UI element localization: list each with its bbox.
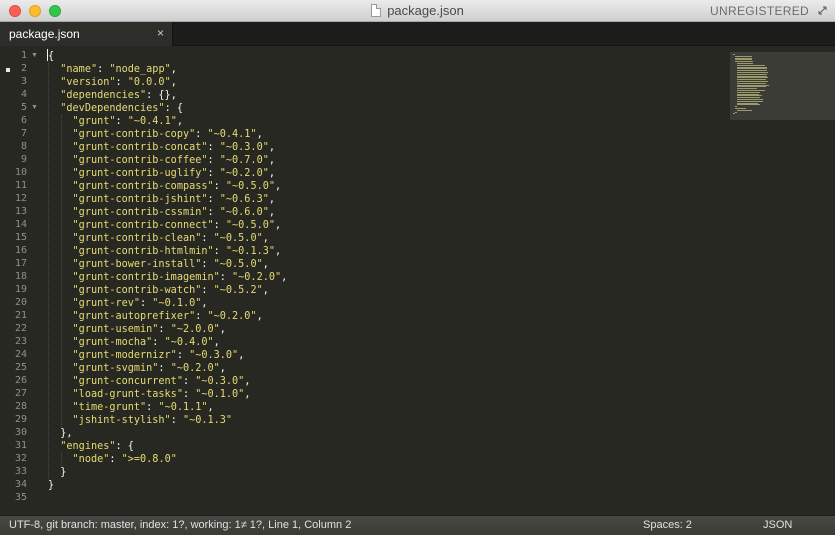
line-number: 33 [14, 466, 27, 477]
code-line[interactable]: "grunt-autoprefixer": "~0.2.0", [48, 310, 263, 323]
code-line[interactable]: "grunt-contrib-coffee": "~0.7.0", [48, 154, 275, 167]
line-number: 24 [14, 349, 27, 360]
indent-guide [60, 453, 62, 466]
code-line[interactable]: "grunt-mocha": "~0.4.0", [48, 336, 220, 349]
code-line[interactable]: } [48, 479, 54, 492]
code-line[interactable]: "grunt-contrib-watch": "~0.5.2", [48, 284, 269, 297]
indentation-selector[interactable]: Spaces: 2 [643, 519, 692, 531]
code-line[interactable]: "grunt-contrib-cssmin": "~0.6.0", [48, 206, 275, 219]
tab-package-json[interactable]: package.json × [0, 22, 173, 46]
syntax-selector[interactable]: JSON [763, 519, 792, 531]
status-info: UTF-8, git branch: master, index: 1?, wo… [9, 519, 352, 531]
line-number: 17 [14, 258, 27, 269]
line-number: 9 [20, 154, 27, 165]
line-number: 16 [14, 245, 27, 256]
line-number: 18 [14, 271, 27, 282]
minimap-line [737, 104, 761, 106]
minimap-line [733, 113, 735, 115]
line-number: 30 [14, 427, 27, 438]
line-number: 2 [20, 63, 27, 74]
code-line[interactable]: "grunt-contrib-copy": "~0.4.1", [48, 128, 263, 141]
line-number: 14 [14, 219, 27, 230]
code-line[interactable]: "grunt-bower-install": "~0.5.0", [48, 258, 269, 271]
line-number: 5 [20, 102, 27, 113]
line-number: 11 [14, 180, 27, 191]
code-line[interactable]: "grunt-contrib-imagemin": "~0.2.0", [48, 271, 288, 284]
line-number: 35 [14, 492, 27, 503]
code-line[interactable]: "node": ">=0.8.0" [48, 453, 177, 466]
minimap[interactable] [730, 52, 835, 120]
code-line[interactable]: "jshint-stylish": "~0.1.3" [48, 414, 233, 427]
line-number: 13 [14, 206, 27, 217]
line-number: 19 [14, 284, 27, 295]
line-number: 10 [14, 167, 27, 178]
line-number: 21 [14, 310, 27, 321]
minimap-line [735, 111, 737, 113]
line-number: 31 [14, 440, 27, 451]
line-number: 34 [14, 479, 27, 490]
code-line[interactable]: "grunt-contrib-clean": "~0.5.0", [48, 232, 269, 245]
line-number: 20 [14, 297, 27, 308]
code-line[interactable]: "engines": { [48, 440, 134, 453]
line-number: 27 [14, 388, 27, 399]
code-line[interactable]: "version": "0.0.0", [48, 76, 177, 89]
code-line[interactable]: }, [48, 427, 72, 440]
document-icon [371, 4, 382, 17]
line-number-gutter: 1 ▼ 2 3 4 5 ▼ 6 7 8 9 10 11 12 13 14 15 16 17 18 19 20 21 22 23 2… [0, 46, 44, 515]
line-number: 28 [14, 401, 27, 412]
fold-toggle-icon[interactable]: ▼ [31, 52, 38, 59]
fold-toggle-icon[interactable]: ▼ [31, 104, 38, 111]
indent-guide [60, 115, 62, 427]
code-line[interactable]: "grunt-contrib-jshint": "~0.6.3", [48, 193, 275, 206]
line-number: 32 [14, 453, 27, 464]
code-line[interactable]: "grunt-rev": "~0.1.0", [48, 297, 208, 310]
window-title-text: package.json [387, 3, 464, 18]
tab-bar: package.json × [0, 22, 835, 46]
line-number: 26 [14, 375, 27, 386]
line-number: 6 [20, 115, 27, 126]
line-number: 25 [14, 362, 27, 373]
line-number: 3 [20, 76, 27, 87]
code-line[interactable]: "dependencies": {}, [48, 89, 177, 102]
code-line[interactable]: "grunt-contrib-concat": "~0.3.0", [48, 141, 275, 154]
minimap-line [737, 109, 753, 111]
line-number: 15 [14, 232, 27, 243]
tab-label: package.json [9, 27, 80, 41]
line-number: 1 [20, 50, 27, 61]
status-bar: UTF-8, git branch: master, index: 1?, wo… [0, 515, 835, 535]
line-number: 4 [20, 89, 27, 100]
title-bar: package.json UNREGISTERED [0, 0, 835, 22]
line-number: 8 [20, 141, 27, 152]
registration-status: UNREGISTERED [710, 4, 809, 18]
code-line[interactable]: "grunt-contrib-connect": "~0.5.0", [48, 219, 282, 232]
line-number: 29 [14, 414, 27, 425]
code-line[interactable]: "grunt": "~0.4.1", [48, 115, 183, 128]
text-cursor [47, 49, 48, 61]
code-line[interactable]: "grunt-modernizr": "~0.3.0", [48, 349, 245, 362]
code-line[interactable]: } [48, 466, 66, 479]
code-line[interactable]: "grunt-concurrent": "~0.3.0", [48, 375, 251, 388]
line-number: 22 [14, 323, 27, 334]
line-number: 23 [14, 336, 27, 347]
line-number: 12 [14, 193, 27, 204]
code-line[interactable]: "grunt-svgmin": "~0.2.0", [48, 362, 226, 375]
code-line[interactable]: "grunt-contrib-compass": "~0.5.0", [48, 180, 282, 193]
code-line[interactable]: "devDependencies": { [48, 102, 183, 115]
code-line[interactable]: "name": "node_app", [48, 63, 177, 76]
code-line[interactable]: "grunt-contrib-htmlmin": "~0.1.3", [48, 245, 282, 258]
modified-line-marker [6, 68, 10, 72]
tab-close-icon[interactable]: × [157, 26, 164, 40]
fullscreen-icon[interactable] [818, 6, 827, 15]
line-number: 7 [20, 128, 27, 139]
code-line[interactable]: "grunt-usemin": "~2.0.0", [48, 323, 226, 336]
code-editor[interactable]: 1 ▼ 2 3 4 5 ▼ 6 7 8 9 10 11 12 13 14 15 16 17 18 19 20 21 22 23 2… [0, 46, 835, 515]
code-line[interactable]: "grunt-contrib-uglify": "~0.2.0", [48, 167, 275, 180]
code-line[interactable]: "load-grunt-tasks": "~0.1.0", [48, 388, 251, 401]
indent-guide [48, 63, 50, 479]
code-line[interactable]: "time-grunt": "~0.1.1", [48, 401, 214, 414]
code-line[interactable]: { [48, 50, 54, 63]
